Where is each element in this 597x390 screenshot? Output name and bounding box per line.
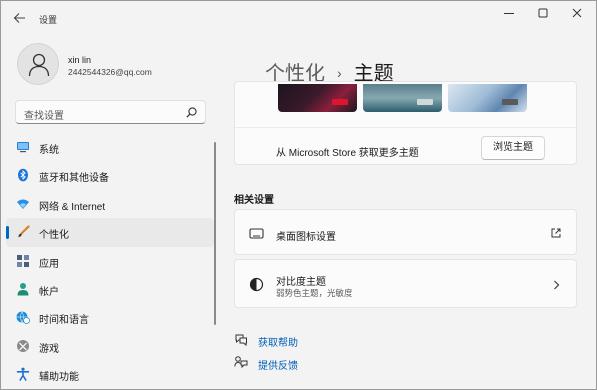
accessibility-icon <box>16 367 30 381</box>
sidebar-item-label: 个性化 <box>39 230 69 242</box>
contrast-icon <box>249 277 264 292</box>
back-button[interactable] <box>11 10 29 26</box>
globe-clock-icon <box>16 311 30 325</box>
theme-thumbnail-dark-bloom[interactable] <box>278 84 357 112</box>
row-title: 桌面图标设置 <box>276 232 336 243</box>
get-help-link[interactable]: 获取帮助 <box>234 332 314 349</box>
sidebar-item-gaming[interactable]: 游戏 <box>6 332 214 360</box>
back-arrow-icon <box>13 13 25 23</box>
sidebar-item-system[interactable]: 系统 <box>6 133 214 161</box>
user-silhouette-icon <box>28 53 50 77</box>
store-text: 从 Microsoft Store 获取更多主题 <box>276 148 419 159</box>
close-button[interactable] <box>566 7 588 21</box>
feedback-link[interactable]: 提供反馈 <box>234 355 314 372</box>
search-placeholder: 查找设置 <box>24 111 64 122</box>
sidebar-item-time-language[interactable]: 时间和语言 <box>6 303 214 331</box>
minimize-button[interactable] <box>498 7 520 21</box>
divider <box>235 127 576 128</box>
feedback-icon <box>234 356 248 369</box>
maximize-icon <box>538 8 548 18</box>
apps-icon <box>17 254 29 267</box>
sidebar-item-apps[interactable]: 应用 <box>6 247 214 275</box>
brush-icon <box>18 225 30 238</box>
avatar[interactable] <box>17 43 59 85</box>
row-subtitle: 弱势色主题，光敏度 <box>276 288 353 298</box>
browse-themes-button[interactable]: 浏览主题 <box>481 136 545 160</box>
xbox-icon <box>17 339 29 352</box>
sidebar-item-personalization[interactable]: 个性化 <box>6 218 214 247</box>
settings-window: 设置 xin lin 2442544326@qq.com 查找设置 系统 蓝牙和… <box>0 0 597 390</box>
desktop-icon-settings-row[interactable]: 桌面图标设置 <box>234 209 577 255</box>
user-email: 2442544326@qq.com <box>68 67 152 77</box>
theme-accent-swatch <box>417 99 433 105</box>
sidebar-item-bluetooth[interactable]: 蓝牙和其他设备 <box>6 161 214 189</box>
sidebar-item-accessibility[interactable]: 辅助功能 <box>6 360 214 388</box>
search-input[interactable]: 查找设置 <box>15 100 206 124</box>
theme-thumbnail-flow[interactable] <box>448 84 527 112</box>
row-title: 对比度主题 <box>276 277 326 288</box>
window-title: 设置 <box>39 15 58 25</box>
sidebar-item-network[interactable]: 网络 & Internet <box>6 190 214 218</box>
sidebar-nav: 系统 蓝牙和其他设备 网络 & Internet 个性化 应用 帐户 时间和语言… <box>6 133 214 389</box>
search-icon <box>186 107 197 118</box>
close-icon <box>572 8 582 18</box>
sidebar-item-label: 帐户 <box>39 286 59 298</box>
link-label: 获取帮助 <box>258 338 298 349</box>
link-label: 提供反馈 <box>258 361 298 372</box>
monitor-icon <box>17 142 29 153</box>
chevron-right-icon: › <box>337 65 342 81</box>
theme-thumbnail-glow[interactable] <box>363 84 442 112</box>
user-name: xin lin <box>68 55 92 65</box>
sidebar-item-label: 蓝牙和其他设备 <box>39 173 109 185</box>
wifi-icon <box>17 199 29 209</box>
desktop-icon <box>249 228 264 239</box>
theme-accent-swatch <box>332 99 348 105</box>
person-icon <box>17 282 29 296</box>
bluetooth-icon <box>18 169 28 182</box>
chevron-right-icon <box>554 280 560 290</box>
sidebar-scrollbar[interactable] <box>214 142 216 325</box>
sidebar-item-accounts[interactable]: 帐户 <box>6 275 214 303</box>
minimize-icon <box>504 13 514 14</box>
sidebar-item-label: 游戏 <box>39 343 59 355</box>
help-icon <box>235 334 247 346</box>
sidebar-item-label: 网络 & Internet <box>39 201 106 213</box>
sidebar-item-label: 时间和语言 <box>39 315 89 327</box>
theme-accent-swatch <box>502 99 518 105</box>
sidebar-item-label: 应用 <box>39 258 59 270</box>
contrast-themes-row[interactable]: 对比度主题 弱势色主题，光敏度 <box>234 259 577 308</box>
external-link-icon <box>551 228 561 238</box>
maximize-button[interactable] <box>532 7 554 21</box>
sidebar-item-label: 辅助功能 <box>39 372 79 384</box>
title-bar: 设置 <box>1 1 596 35</box>
sidebar-item-label: 系统 <box>39 145 59 156</box>
related-settings-heading: 相关设置 <box>234 195 274 206</box>
